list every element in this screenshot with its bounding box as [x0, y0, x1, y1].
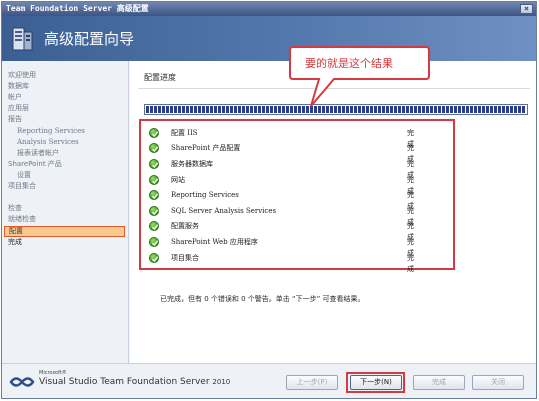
- task-name: SharePoint Web 应用程序: [171, 238, 258, 246]
- main-panel: 配置进度 配置 IIS 完成 SharePoint 产品配置 完成 服务器数据库…: [130, 61, 536, 363]
- task-name: SharePoint 产品配置: [171, 144, 241, 152]
- progress-bar: [144, 104, 528, 115]
- wizard-footer: Microsoft® Visual Studio Team Foundation…: [2, 363, 536, 398]
- wizard-header: 高级配置向导: [2, 16, 536, 61]
- nav-item-account[interactable]: 帐户: [8, 92, 22, 103]
- annotation-callout: 要的就是这个结果: [289, 46, 430, 107]
- success-check-icon: [149, 159, 159, 169]
- nav-item-settings[interactable]: 设置: [17, 170, 31, 181]
- nav-item-sharepoint[interactable]: SharePoint 产品: [8, 159, 62, 170]
- success-check-icon: [149, 253, 159, 263]
- product-name: Visual Studio Team Foundation Server 201…: [39, 377, 230, 387]
- microsoft-label: Microsoft®: [39, 370, 67, 376]
- visual-studio-logo-icon: [9, 377, 35, 387]
- nav-item-reporting-services[interactable]: Reporting Services: [17, 126, 85, 137]
- success-check-icon: [149, 206, 159, 216]
- task-status: 完成: [407, 254, 414, 273]
- nav-item-complete[interactable]: 完成: [8, 237, 22, 248]
- divider: [138, 88, 530, 89]
- wizard-window: Team Foundation Server 高级配置 × 高级配置向导 欢迎使…: [1, 1, 537, 399]
- nav-item-configure[interactable]: 配置: [4, 226, 125, 237]
- nav-item-reporting[interactable]: 报告: [8, 114, 22, 125]
- next-button[interactable]: 下一步(N): [350, 375, 402, 390]
- wizard-title: 高级配置向导: [44, 30, 135, 48]
- product-year: 2010: [212, 378, 231, 386]
- callout-text: 要的就是这个结果: [305, 56, 393, 70]
- section-title: 配置进度: [144, 73, 176, 82]
- close-window-button[interactable]: ×: [520, 4, 533, 14]
- success-check-icon: [149, 128, 159, 138]
- product-main-text: Visual Studio Team Foundation Server: [39, 377, 210, 387]
- nav-item-report-reader-account[interactable]: 报表读者帐户: [17, 148, 59, 159]
- task-name: Reporting Services: [171, 191, 239, 199]
- nav-item-review[interactable]: 检查: [8, 203, 22, 214]
- task-name: 服务器数据库: [171, 160, 213, 168]
- server-config-icon: [12, 27, 33, 51]
- nav-item-application-tier[interactable]: 应用层: [8, 103, 29, 114]
- close-button[interactable]: 关闭: [472, 375, 524, 390]
- success-check-icon: [149, 143, 159, 153]
- nav-item-analysis-services[interactable]: Analysis Services: [17, 137, 79, 148]
- task-name: 配置 IIS: [171, 129, 198, 137]
- nav-item-welcome[interactable]: 欢迎使用: [8, 70, 36, 81]
- task-name: SQL Server Analysis Services: [171, 207, 277, 215]
- summary-text: 已完成，但有 0 个错误和 0 个警告。单击 “下一步” 可查看结果。: [160, 295, 365, 303]
- nav-item-readiness-checks[interactable]: 就绪检查: [8, 214, 36, 225]
- success-check-icon: [149, 175, 159, 185]
- finish-button[interactable]: 完成: [413, 375, 465, 390]
- success-check-icon: [149, 221, 159, 231]
- progress-fill: [146, 106, 526, 113]
- back-button[interactable]: 上一步(P): [286, 375, 338, 390]
- results-highlight-box: 配置 IIS 完成 SharePoint 产品配置 完成 服务器数据库 完成 网…: [139, 119, 455, 273]
- nav-item-database[interactable]: 数据库: [8, 81, 29, 92]
- success-check-icon: [149, 190, 159, 200]
- task-name: 项目集合: [171, 254, 199, 262]
- wizard-step-nav: 欢迎使用 数据库 帐户 应用层 报告 Reporting Services An…: [2, 61, 129, 363]
- task-name: 配置服务: [171, 222, 199, 230]
- nav-item-project-collection[interactable]: 项目集合: [8, 181, 36, 192]
- task-name: 网站: [171, 176, 185, 184]
- window-title: Team Foundation Server 高级配置: [6, 4, 149, 13]
- title-bar[interactable]: Team Foundation Server 高级配置 ×: [2, 2, 536, 16]
- success-check-icon: [149, 237, 159, 247]
